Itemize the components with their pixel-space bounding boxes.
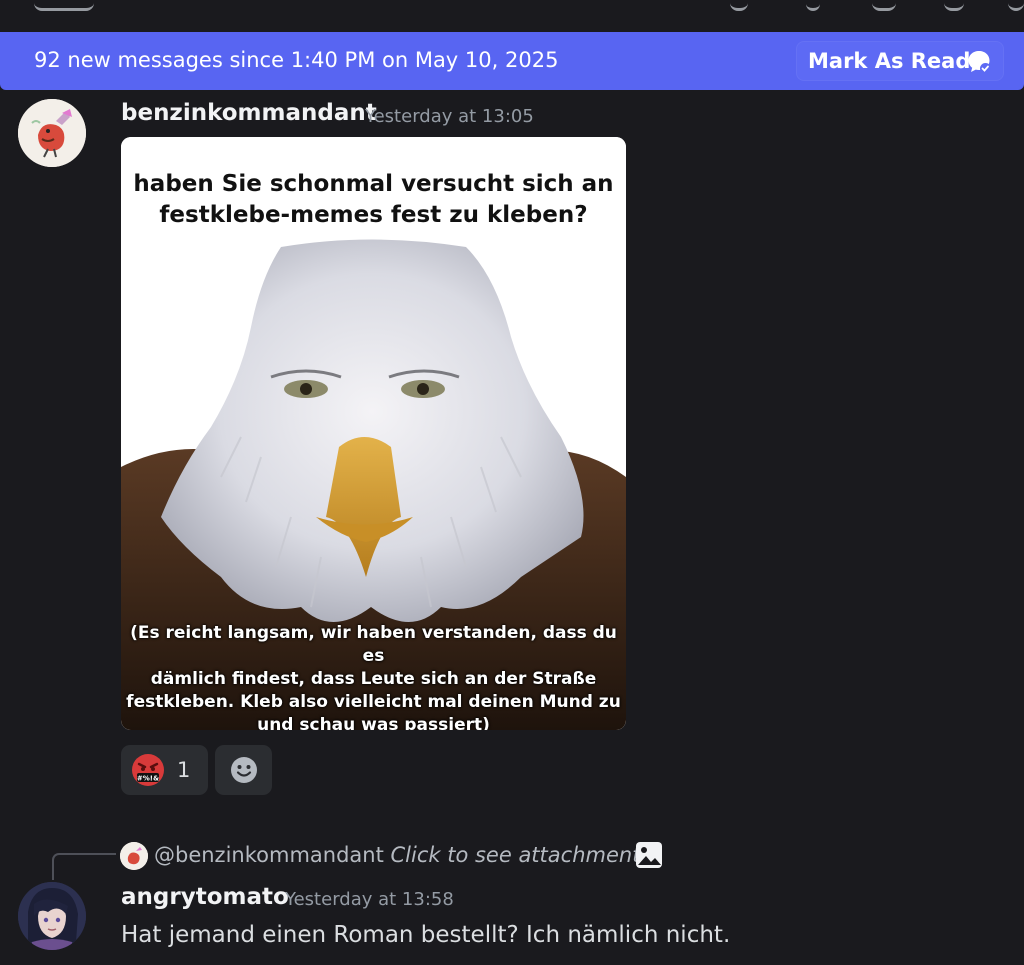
avatar-image bbox=[18, 882, 86, 950]
reaction-emoji-text: #%!& bbox=[137, 774, 159, 782]
reply-connector bbox=[52, 853, 116, 880]
reply-preview[interactable]: @benzinkommandant Click to see attachmen… bbox=[154, 843, 640, 867]
reply-avatar[interactable] bbox=[120, 842, 148, 870]
mark-as-read-label: Mark As Read bbox=[808, 49, 971, 73]
message-username[interactable]: benzinkommandant bbox=[121, 100, 377, 126]
toolbar-icon[interactable] bbox=[806, 0, 820, 11]
image-icon bbox=[636, 842, 662, 868]
image-attachment[interactable]: haben Sie schonmal versucht sich an fest… bbox=[121, 137, 626, 730]
meme-bottom-line: festkleben. Kleb also vielleicht mal dei… bbox=[126, 692, 621, 712]
inbox-icon[interactable] bbox=[944, 0, 964, 11]
toolbar-icon[interactable] bbox=[730, 0, 748, 11]
add-reaction-button[interactable] bbox=[215, 745, 272, 795]
message-content: Hat jemand einen Roman bestellt? Ich näm… bbox=[121, 922, 731, 948]
meme-bottom-line: dämlich findest, dass Leute sich an der … bbox=[150, 669, 597, 689]
new-messages-text[interactable]: 92 new messages since 1:40 PM on May 10,… bbox=[34, 48, 558, 72]
reaction-button[interactable]: #%!& 1 bbox=[121, 745, 208, 795]
new-messages-banner[interactable]: 92 new messages since 1:40 PM on May 10,… bbox=[0, 32, 1024, 90]
reply-avatar-image bbox=[120, 842, 148, 870]
meme-top-text: haben Sie schonmal versucht sich an fest… bbox=[121, 169, 626, 231]
meme-top-line: festklebe-memes fest zu kleben? bbox=[159, 202, 588, 228]
chat-check-icon bbox=[968, 51, 991, 74]
avatar[interactable] bbox=[18, 882, 86, 950]
message-timestamp[interactable]: Yesterday at 13:58 bbox=[285, 889, 454, 910]
message-username[interactable]: angrytomato bbox=[121, 884, 289, 910]
top-toolbar bbox=[0, 0, 1024, 32]
avatar[interactable] bbox=[18, 99, 86, 167]
angry-cursing-face-icon: #%!& bbox=[132, 754, 164, 786]
reaction-count: 1 bbox=[177, 758, 191, 782]
toolbar-icon[interactable] bbox=[34, 0, 94, 11]
meme-bottom-text: (Es reicht langsam, wir haben verstanden… bbox=[121, 622, 626, 730]
toolbar-icon[interactable] bbox=[872, 0, 896, 11]
reply-preview-text[interactable]: Click to see attachment bbox=[391, 843, 641, 867]
message-timestamp[interactable]: Yesterday at 13:05 bbox=[365, 106, 534, 127]
avatar-image bbox=[18, 99, 86, 167]
meme-bottom-line: (Es reicht langsam, wir haben verstanden… bbox=[130, 623, 617, 666]
mark-as-read-button[interactable]: Mark As Read bbox=[796, 41, 1004, 81]
meme-top-line: haben Sie schonmal versucht sich an bbox=[133, 171, 614, 197]
meme-bottom-line: und schau was passiert) bbox=[257, 715, 490, 730]
reply-mention[interactable]: @benzinkommandant bbox=[154, 843, 384, 867]
smiley-icon bbox=[230, 757, 257, 783]
help-icon[interactable] bbox=[1008, 0, 1024, 11]
